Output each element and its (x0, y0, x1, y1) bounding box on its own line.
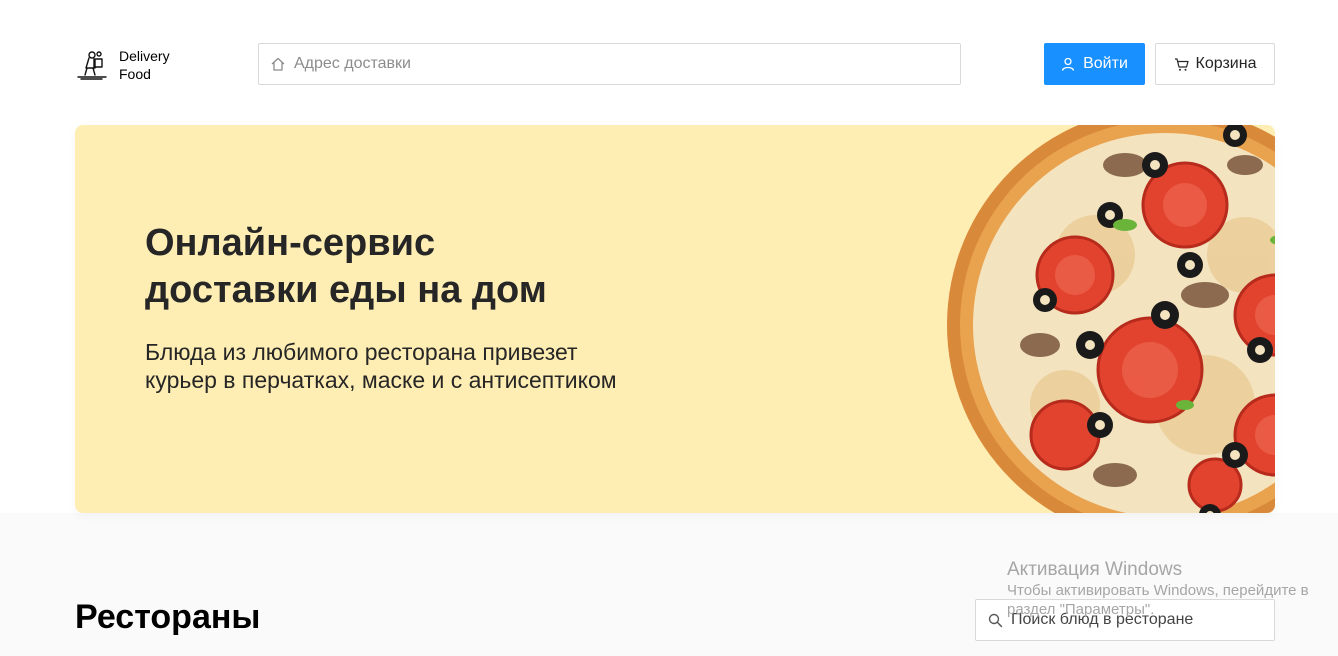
address-input[interactable] (294, 55, 894, 73)
promo-title-line-1: Онлайн-сервис (145, 222, 436, 264)
login-label: Войти (1083, 55, 1128, 72)
logo[interactable]: Delivery Food (75, 47, 170, 83)
logo-text: Delivery Food (119, 47, 170, 83)
address-field[interactable] (258, 43, 961, 85)
restaurant-search-field[interactable] (975, 599, 1275, 641)
user-icon (1061, 57, 1075, 71)
promo-title: Онлайн-сервис доставки еды на дом (145, 220, 665, 314)
promo-banner: Онлайн-сервис доставки еды на дом Блюда … (75, 125, 1275, 513)
shopping-cart-icon (1174, 57, 1189, 71)
watermark-title: Активация Windows (1007, 559, 1183, 580)
header: Delivery Food Войти Корзина (75, 43, 1275, 85)
restaurants-title: Рестораны (75, 598, 261, 636)
logo-line-1: Delivery (119, 48, 170, 64)
cart-button[interactable]: Корзина (1155, 43, 1275, 85)
promo-text: Блюда из любимого ресторана привезет кур… (145, 339, 617, 393)
logo-line-2: Food (119, 66, 151, 82)
pizza-illustration (947, 125, 1275, 513)
delivery-man-icon (77, 51, 107, 80)
restaurant-search-input[interactable] (1011, 611, 1261, 629)
promo-title-line-2: доставки еды на дом (145, 269, 547, 311)
cart-label: Корзина (1195, 55, 1257, 72)
home-icon (271, 57, 285, 71)
login-button[interactable]: Войти (1044, 43, 1145, 85)
search-icon (988, 613, 1003, 627)
